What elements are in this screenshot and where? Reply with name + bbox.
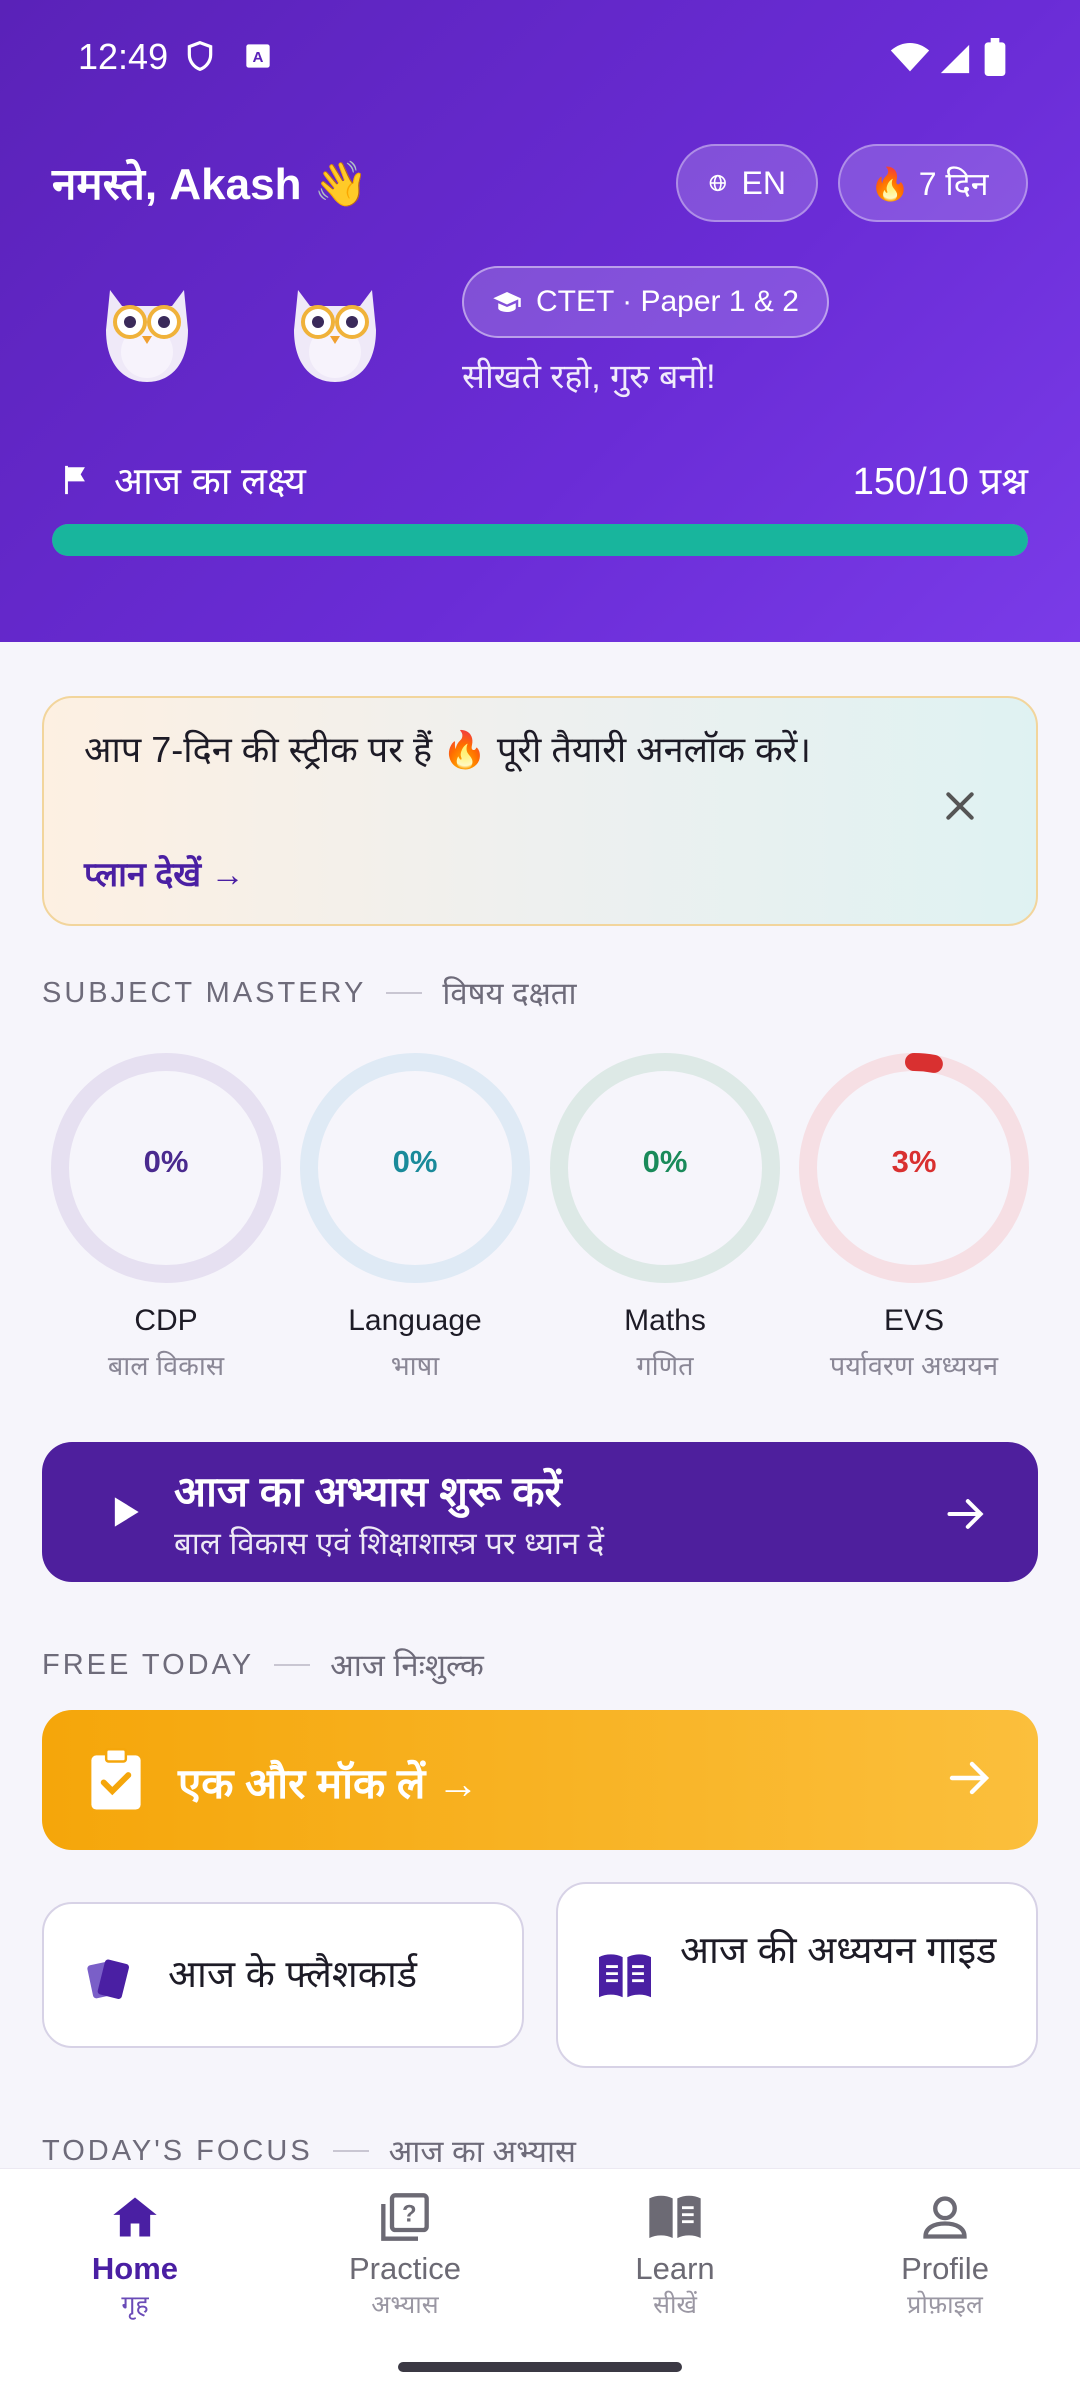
owl-mascot-icon <box>294 290 376 382</box>
mastery-percent: 0% <box>392 1144 438 1179</box>
mastery-ring-evs[interactable]: 3% EVS पर्यावरण अध्ययन <box>794 1048 1034 1381</box>
status-bar: 12:49 A <box>0 0 1080 118</box>
signal-icon <box>940 44 970 74</box>
cap-icon <box>493 292 521 312</box>
subject-name: Maths <box>624 1304 706 1337</box>
mastery-percent: 3% <box>891 1144 937 1179</box>
section-title-en: FREE TODAY <box>42 1648 255 1681</box>
nav-label-en: Profile <box>901 2251 989 2286</box>
mastery-ring-cdp[interactable]: 0% CDP बाल विकास <box>46 1048 286 1381</box>
daily-goal-progress-bar <box>52 524 1028 556</box>
subject-name-hi: बाल विकास <box>107 1351 225 1381</box>
nav-label-hi: सीखें <box>653 2291 697 2319</box>
arrow-right-icon <box>949 1761 990 1795</box>
take-mock-label: एक और मॉक लें → <box>178 1760 480 1807</box>
subject-name: CDP <box>134 1304 198 1337</box>
close-icon[interactable] <box>940 786 980 826</box>
status-time: 12:49 <box>78 36 169 77</box>
section-title-hi: विषय दक्षता <box>442 976 577 1011</box>
shield-icon <box>187 40 213 72</box>
nav-label-hi: अभ्यास <box>371 2291 439 2319</box>
arrow-right-icon <box>947 1499 984 1529</box>
study-guide-button[interactable]: आज की अध्ययन गाइड <box>556 1882 1038 2068</box>
profile-icon <box>923 2196 967 2239</box>
streak-banner-text: आप 7-दिन की स्ट्रीक पर हैं 🔥 पूरी तैयारी… <box>84 729 812 770</box>
nav-learn[interactable]: Learn सीखें <box>540 2191 810 2321</box>
divider <box>274 1664 311 1666</box>
streak-banner: आप 7-दिन की स्ट्रीक पर हैं 🔥 पूरी तैयारी… <box>42 696 1038 926</box>
practice-title: आज का अभ्यास शुरू करें <box>174 1468 562 1515</box>
book-icon <box>599 1954 651 1998</box>
practice-subtitle: बाल विकास एवं शिक्षाशास्त्र पर ध्यान दें <box>174 1526 605 1561</box>
learn-icon <box>649 2195 701 2238</box>
section-title-hi: आज निःशुल्क <box>330 1648 484 1683</box>
nav-practice[interactable]: ? Practice अभ्यास <box>270 2191 540 2321</box>
subject-name: EVS <box>883 1304 945 1337</box>
clipboard-check-icon <box>91 1748 141 1810</box>
nav-label-en: Learn <box>635 2251 715 2286</box>
svg-text:A: A <box>253 49 264 66</box>
nav-profile[interactable]: Profile प्रोफ़ाइल <box>810 2191 1080 2321</box>
wifi-icon <box>890 43 930 72</box>
mastery-percent: 0% <box>642 1144 688 1179</box>
daily-goal-label: आज का लक्ष्य <box>58 454 306 506</box>
nav-home[interactable]: Home गृह <box>0 2191 270 2321</box>
owl-mascot-icon <box>106 290 188 382</box>
nav-label-hi: प्रोफ़ाइल <box>907 2291 983 2319</box>
goal-label-text: आज का लक्ष्य <box>114 461 306 503</box>
mastery-percent: 0% <box>143 1144 189 1179</box>
take-mock-button[interactable]: एक और मॉक लें → <box>42 1710 1038 1850</box>
greeting: नमस्ते, Akash 👋 <box>52 160 369 209</box>
streak-badge[interactable]: 🔥 7 दिन <box>838 144 1028 222</box>
section-title-en: SUBJECT MASTERY <box>42 976 367 1009</box>
flag-icon <box>65 465 85 495</box>
section-title-hi: आज का अभ्यास <box>388 2134 576 2169</box>
language-toggle-button[interactable]: EN <box>676 144 818 222</box>
start-practice-button[interactable]: आज का अभ्यास शुरू करें बाल विकास एवं शिक… <box>42 1442 1038 1582</box>
exam-selector-button[interactable]: CTET · Paper 1 & 2 <box>462 266 829 338</box>
accessibility-icon: A <box>246 44 270 68</box>
divider <box>386 992 423 994</box>
gesture-bar <box>398 2362 682 2372</box>
motto-text: सीखते रहो, गुरु बनो! <box>462 358 716 396</box>
nav-label-hi: गृह <box>121 2291 149 2319</box>
language-label: EN <box>741 164 786 201</box>
subject-mastery-heading: SUBJECT MASTERY विषय दक्षता <box>42 972 577 1014</box>
study-guide-label: आज की अध्ययन गाइड <box>680 1930 997 1972</box>
todays-focus-heading: TODAY'S FOCUS आज का अभ्यास <box>42 2130 576 2172</box>
exam-label: CTET · Paper 1 & 2 <box>536 285 799 318</box>
mastery-ring-maths[interactable]: 0% Maths गणित <box>545 1048 785 1381</box>
globe-icon <box>709 174 726 192</box>
streak-label: 🔥 7 दिन <box>870 165 989 202</box>
play-icon <box>114 1497 139 1527</box>
nav-label-en: Home <box>91 2251 179 2286</box>
view-plans-link[interactable]: प्लान देखें → <box>84 850 245 896</box>
battery-icon <box>984 38 1006 76</box>
header-hero: 12:49 A नमस्ते, Akash 👋 EN 🔥 7 दिन CTET … <box>0 0 1080 642</box>
svg-text:?: ? <box>402 2200 417 2227</box>
daily-goal-value: 150/10 प्रश्न <box>852 461 1028 503</box>
free-today-heading: FREE TODAY आज निःशुल्क <box>42 1644 484 1686</box>
flashcards-label: आज के फ्लैशकार्ड <box>168 1954 418 1996</box>
flashcards-button[interactable]: आज के फ्लैशकार्ड <box>42 1902 524 2048</box>
section-title-en: TODAY'S FOCUS <box>42 2134 313 2167</box>
divider <box>332 2150 369 2152</box>
subject-name-hi: भाषा <box>390 1351 440 1381</box>
nav-label-en: Practice <box>349 2251 461 2286</box>
mastery-ring-language[interactable]: 0% Language भाषा <box>295 1048 535 1381</box>
practice-icon: ? <box>381 2193 429 2241</box>
subject-name: Language <box>348 1304 482 1337</box>
flashcards-icon <box>87 1959 129 2000</box>
subject-name-hi: पर्यावरण अध्ययन <box>829 1351 999 1381</box>
home-icon <box>113 2197 157 2237</box>
subject-name-hi: गणित <box>636 1351 694 1381</box>
daily-goal-progress-fill <box>52 524 1028 556</box>
